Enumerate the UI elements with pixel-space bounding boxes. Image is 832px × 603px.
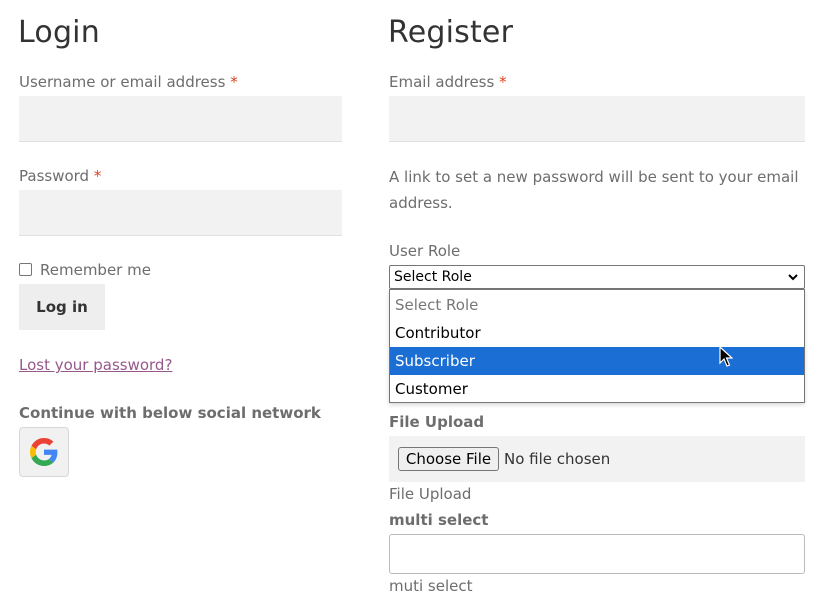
file-upload-label: File Upload [389, 413, 485, 431]
mouse-cursor-icon [719, 346, 733, 367]
option-customer[interactable]: Customer [390, 375, 804, 403]
username-label: Username or email address * [19, 73, 238, 91]
option-select-role: Select Role [395, 296, 479, 314]
register-heading: Register [388, 15, 514, 50]
choose-file-button[interactable]: Choose File [398, 447, 499, 471]
user-role-select[interactable]: Select Role [389, 265, 805, 289]
required-mark: * [499, 73, 507, 91]
social-login-label: Continue with below social network [19, 404, 321, 422]
email-label: Email address * [389, 73, 507, 91]
multi-select-input[interactable] [389, 534, 805, 574]
required-mark: * [93, 167, 102, 185]
user-role-dropdown: Select Role Contributor Subscriber Custo… [389, 289, 805, 403]
file-upload-field: Choose File No file chosen [389, 436, 805, 482]
password-info-text: A link to set a new password will be sen… [389, 168, 799, 212]
login-button[interactable]: Log in [19, 284, 105, 330]
chevron-down-icon [788, 274, 798, 281]
required-mark: * [230, 73, 238, 91]
remember-me-checkbox[interactable] [19, 263, 32, 276]
email-input[interactable] [389, 96, 805, 142]
password-label: Password * [19, 167, 102, 185]
multi-select-label: multi select [389, 511, 489, 529]
user-role-label: User Role [389, 242, 461, 260]
remember-me-label[interactable]: Remember me [40, 261, 151, 279]
no-file-text: No file chosen [504, 450, 611, 468]
option-subscriber[interactable]: Subscriber [390, 347, 804, 375]
google-login-button[interactable] [19, 427, 69, 477]
login-heading: Login [18, 15, 100, 50]
password-input[interactable] [19, 190, 342, 236]
username-input[interactable] [19, 96, 342, 142]
option-contributor[interactable]: Contributor [390, 319, 804, 347]
multi-select-caption: muti select [389, 577, 473, 595]
file-upload-caption: File Upload [389, 485, 472, 503]
lost-password-link[interactable]: Lost your password? [19, 356, 172, 374]
google-icon [30, 438, 58, 466]
